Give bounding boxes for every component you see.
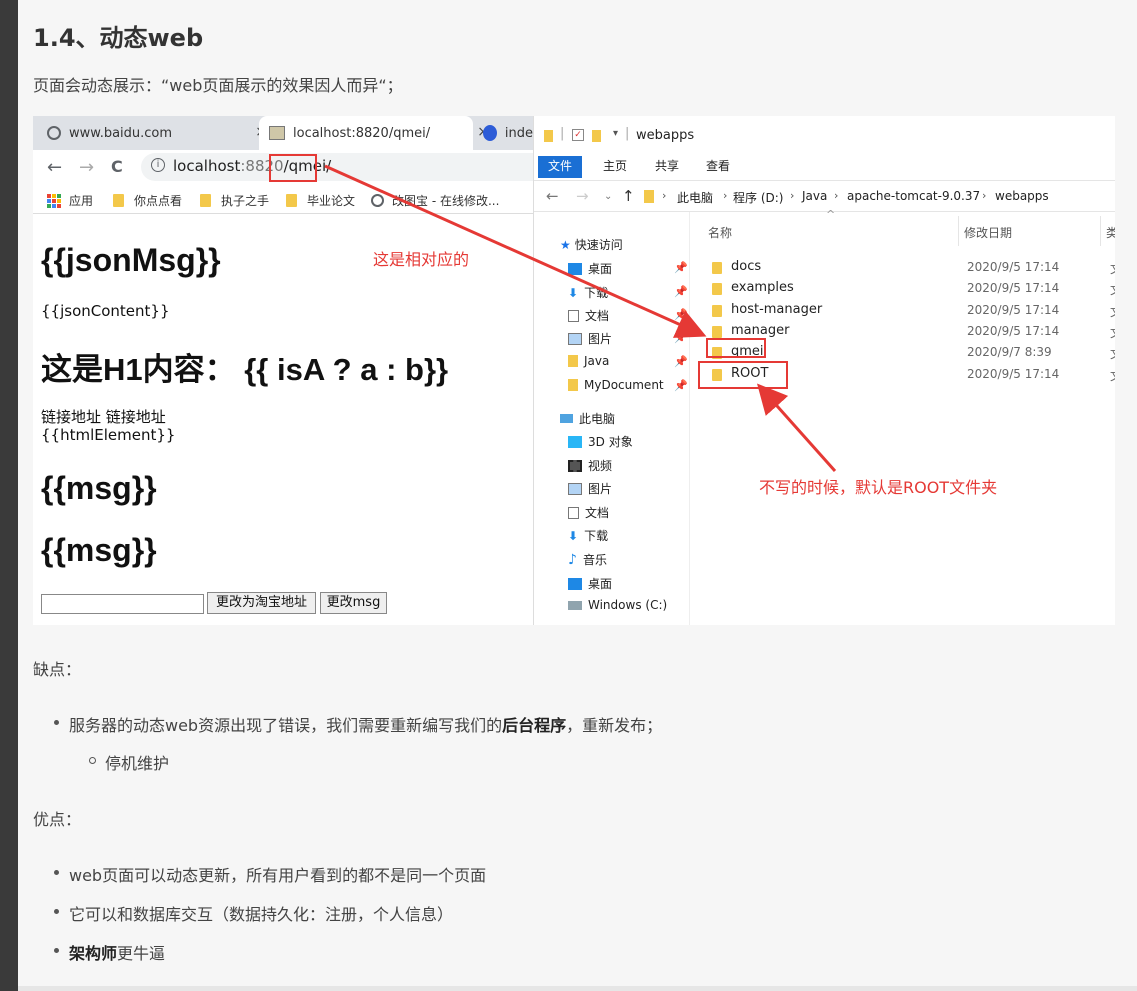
cons-label: 缺点： bbox=[33, 660, 82, 679]
page-bottom-border bbox=[18, 986, 1137, 991]
intro-text: 页面会动态展示：“web页面展示的效果因人而异“； bbox=[33, 76, 403, 95]
pros-label: 优点： bbox=[33, 810, 82, 829]
pros-item: 架构师更牛逼 bbox=[69, 944, 166, 963]
annotation-arrows bbox=[324, 164, 837, 472]
left-edge bbox=[0, 0, 18, 991]
bullet bbox=[54, 948, 59, 953]
arrow-to-root bbox=[757, 383, 837, 472]
pros-item: web页面可以动态更新，所有用户看到的都不是同一个页面 bbox=[69, 866, 487, 885]
arrow-to-qmei bbox=[324, 164, 707, 338]
bullet bbox=[54, 909, 59, 914]
sub-bullet bbox=[89, 757, 96, 764]
bullet bbox=[54, 720, 59, 725]
cons-sub-item: 停机维护 bbox=[105, 754, 170, 773]
cons-item: 服务器的动态web资源出现了错误，我们需要重新编写我们的后台程序，重新发布； bbox=[69, 716, 663, 735]
pros-item: 它可以和数据库交互（数据持久化：注册，个人信息） bbox=[69, 905, 454, 924]
bullet bbox=[54, 870, 59, 875]
embedded-screenshot: www.baidu.com × localhost:8820/qmei/ × i… bbox=[33, 116, 1115, 625]
section-title: 1.4、动态web bbox=[33, 24, 204, 52]
